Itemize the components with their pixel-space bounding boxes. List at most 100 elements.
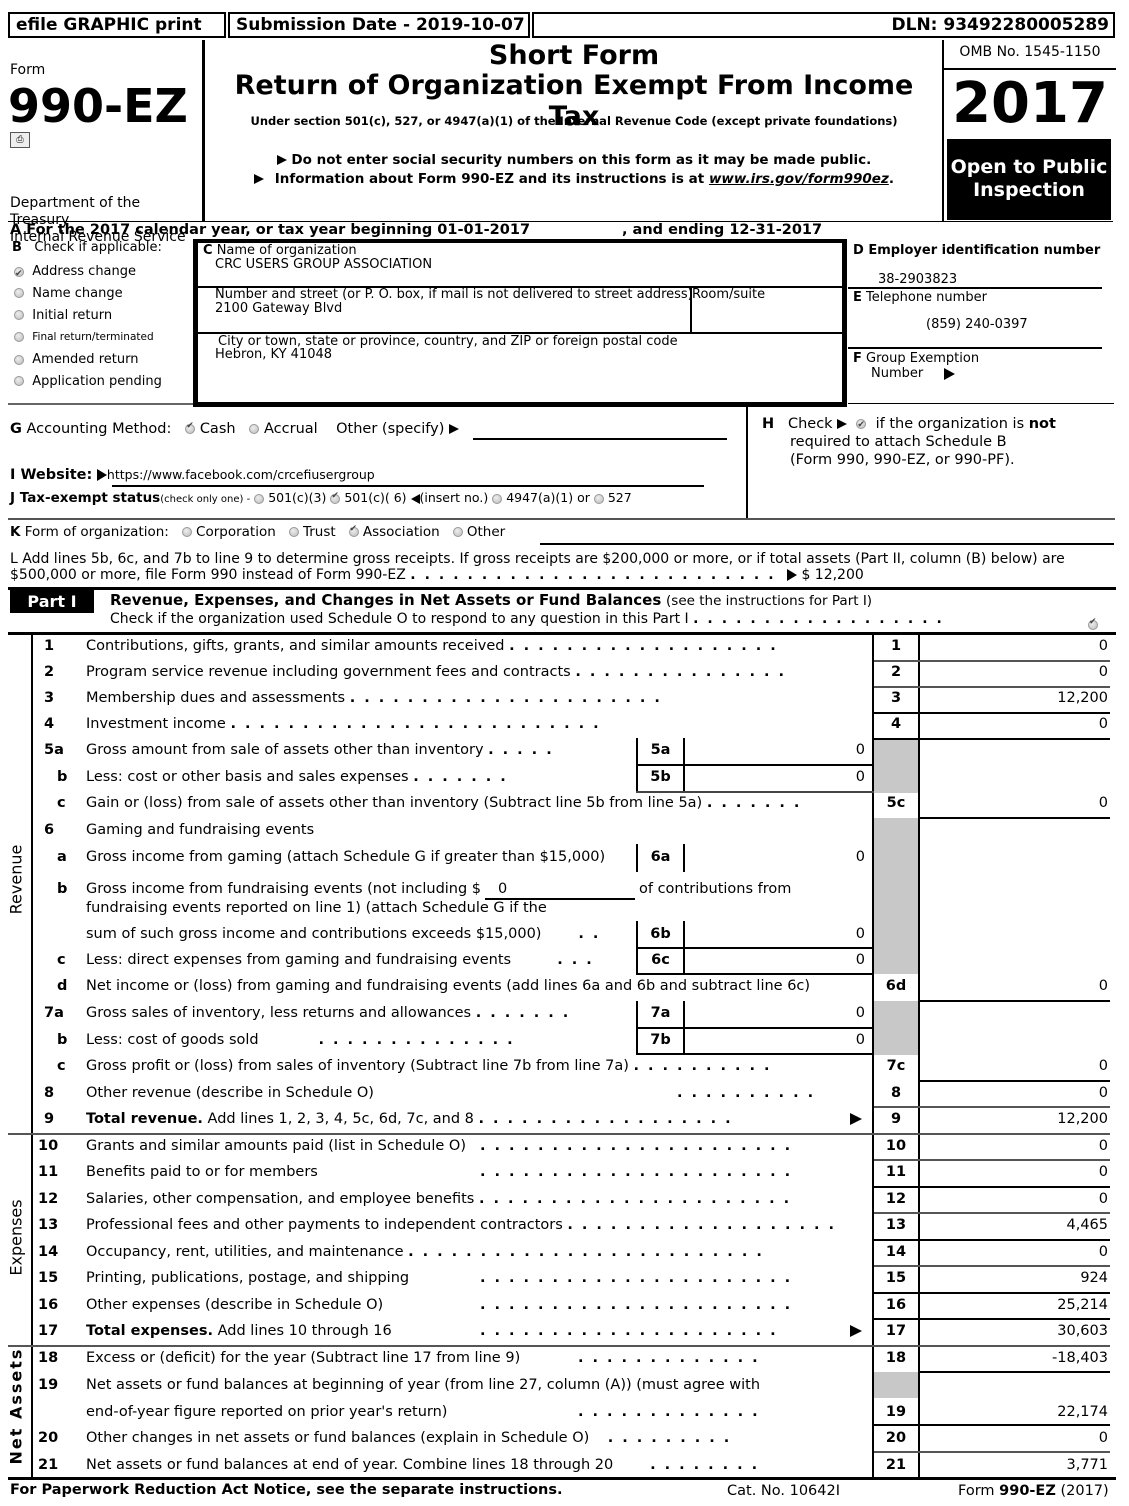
box-number: 4 bbox=[890, 716, 902, 732]
line-value[interactable]: 0 bbox=[920, 1085, 1108, 1101]
divider bbox=[874, 1318, 1110, 1320]
checkbox-amended-return[interactable]: Amended return bbox=[14, 349, 162, 371]
501c3-checkbox[interactable] bbox=[254, 493, 265, 504]
box-number: 5a bbox=[650, 742, 671, 758]
501c3-label: 501(c)(3) bbox=[268, 490, 327, 505]
divider bbox=[874, 738, 1110, 740]
divider bbox=[848, 347, 1102, 349]
4947-checkbox[interactable] bbox=[492, 493, 503, 504]
gross-receipts-amount: $ 12,200 bbox=[801, 567, 864, 583]
line-value[interactable]: 0 bbox=[920, 664, 1108, 680]
line-value[interactable]: 924 bbox=[920, 1270, 1108, 1286]
527-checkbox[interactable] bbox=[593, 493, 604, 504]
checkbox-name-change[interactable]: Name change bbox=[14, 283, 162, 305]
line-number: 3 bbox=[44, 690, 55, 706]
arrow-icon bbox=[943, 367, 955, 380]
line-value[interactable]: 30,603 bbox=[920, 1323, 1108, 1339]
shaded-cell bbox=[874, 818, 918, 974]
checkbox-icon[interactable] bbox=[14, 264, 24, 285]
line-value[interactable]: 0 bbox=[685, 769, 865, 785]
schedule-o-row: Check if the organization used Schedule … bbox=[110, 611, 951, 627]
corporation-checkbox[interactable] bbox=[181, 527, 192, 537]
line-value[interactable]: 3,771 bbox=[920, 1457, 1108, 1473]
notice-ssn-text: Do not enter social security numbers on … bbox=[291, 152, 872, 168]
ein-label: D Employer identification number bbox=[853, 243, 1101, 258]
submission-date: Submission Date - 2019-10-07 bbox=[228, 12, 530, 38]
line-value[interactable]: 0 bbox=[920, 1430, 1108, 1446]
line-label: Investment income bbox=[86, 716, 226, 732]
section-l-text: $500,000 or more, file Form 990 instead … bbox=[10, 567, 406, 583]
divider bbox=[8, 1477, 1116, 1480]
line-number: 1 bbox=[44, 638, 55, 654]
line-value[interactable]: 0 bbox=[685, 952, 865, 968]
checkbox-label: Amended return bbox=[32, 352, 139, 368]
line-label: Gross sales of inventory, less returns a… bbox=[86, 1005, 472, 1021]
checkbox-icon[interactable] bbox=[14, 331, 24, 342]
divider bbox=[874, 1424, 1110, 1426]
schedule-b-checkbox[interactable] bbox=[856, 416, 867, 434]
checkbox-application-pending[interactable]: Application pending bbox=[14, 371, 162, 393]
line-value[interactable]: 0 bbox=[920, 1244, 1108, 1260]
notice-info-suffix: . bbox=[888, 171, 894, 187]
form-word: Form bbox=[10, 62, 46, 78]
line-number: 15 bbox=[38, 1270, 59, 1286]
line-value[interactable]: 12,200 bbox=[920, 690, 1108, 706]
section-a-end: , and ending 12-31-2017 bbox=[622, 222, 823, 238]
line-number: 13 bbox=[38, 1217, 59, 1233]
box-number: 14 bbox=[885, 1244, 907, 1260]
cash-checkbox[interactable] bbox=[185, 421, 196, 434]
box-number: 16 bbox=[885, 1297, 907, 1313]
checkbox-icon[interactable] bbox=[14, 376, 24, 387]
checkbox-initial-return[interactable]: Initial return bbox=[14, 305, 162, 327]
line-dots: .......... bbox=[677, 1085, 823, 1101]
line-value[interactable]: 0 bbox=[685, 1032, 865, 1048]
line-value[interactable]: 0 bbox=[685, 1005, 865, 1021]
other-specify-input[interactable] bbox=[473, 438, 727, 440]
irs-link[interactable]: www.irs.gov/form990ez bbox=[709, 171, 889, 187]
line-value[interactable]: 0 bbox=[920, 1058, 1108, 1074]
paperwork-notice: For Paperwork Reduction Act Notice, see … bbox=[10, 1482, 563, 1498]
line-value[interactable]: 0 bbox=[920, 638, 1108, 654]
line-label: Add lines 10 through 16 bbox=[213, 1323, 392, 1339]
line-value[interactable]: 12,200 bbox=[920, 1111, 1108, 1127]
line-number: c bbox=[57, 952, 66, 968]
other-org-input[interactable] bbox=[540, 543, 1114, 545]
line-number: 6 bbox=[44, 822, 55, 838]
schedule-o-checkbox[interactable] bbox=[1088, 617, 1098, 630]
line-value[interactable]: 0 bbox=[920, 1191, 1108, 1207]
line-value[interactable]: 0 bbox=[920, 1164, 1108, 1180]
website-value[interactable]: https://www.facebook.com/crcefiusergroup bbox=[107, 467, 375, 482]
checkbox-icon[interactable] bbox=[14, 288, 24, 299]
checkbox-final-return[interactable]: Final return/terminated bbox=[14, 326, 162, 349]
line-value[interactable]: -18,403 bbox=[920, 1350, 1108, 1366]
line-value[interactable]: 0 bbox=[920, 795, 1108, 811]
line-text: Other changes in net assets or fund bala… bbox=[86, 1430, 739, 1446]
checkbox-icon[interactable] bbox=[14, 310, 24, 321]
line-value[interactable]: 0 bbox=[920, 716, 1108, 732]
line-value[interactable]: 4,465 bbox=[920, 1217, 1108, 1233]
accrual-checkbox[interactable] bbox=[249, 424, 260, 434]
501c-checkbox[interactable] bbox=[330, 491, 341, 504]
group-exemption-number: Number bbox=[871, 366, 955, 381]
other-specify-label: Other (specify) bbox=[336, 421, 445, 437]
line-value[interactable]: 25,214 bbox=[920, 1297, 1108, 1313]
line-value[interactable]: 22,174 bbox=[920, 1404, 1108, 1420]
association-checkbox[interactable] bbox=[348, 524, 359, 537]
line-value[interactable]: 0 bbox=[685, 849, 865, 865]
fundraising-contributions-value[interactable]: 0 bbox=[498, 881, 507, 897]
line-value[interactable]: 0 bbox=[920, 978, 1108, 994]
line-value[interactable]: 0 bbox=[685, 926, 865, 942]
line-value[interactable]: 0 bbox=[685, 742, 865, 758]
box-number: 13 bbox=[885, 1217, 907, 1233]
line-label: sum of such gross income and contributio… bbox=[86, 926, 542, 942]
other-checkbox[interactable] bbox=[452, 527, 463, 537]
trust-checkbox[interactable] bbox=[288, 527, 299, 537]
line-value[interactable]: 0 bbox=[920, 1138, 1108, 1154]
line-text: Program service revenue including govern… bbox=[86, 664, 793, 680]
tax-exempt-status: J Tax-exempt status(check only one) - 50… bbox=[10, 490, 632, 506]
line-text: Gross profit or (loss) from sales of inv… bbox=[86, 1058, 779, 1074]
schedule-o-text: Check if the organization used Schedule … bbox=[110, 611, 689, 627]
checkbox-icon[interactable] bbox=[14, 354, 24, 365]
line-text: Less: direct expenses from gaming and fu… bbox=[86, 952, 601, 968]
checkbox-address-change[interactable]: Address change bbox=[14, 261, 162, 285]
